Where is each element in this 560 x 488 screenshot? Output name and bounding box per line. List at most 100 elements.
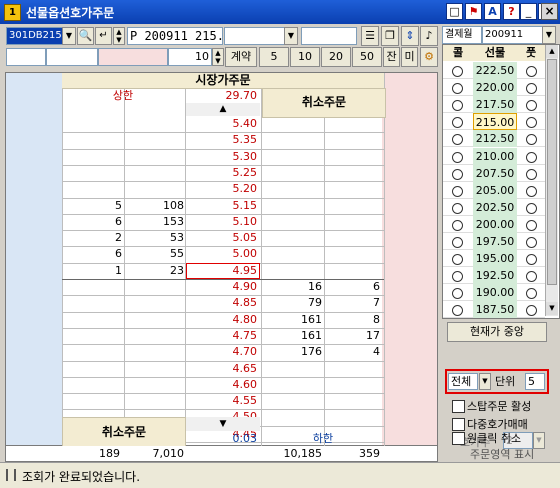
strike-row[interactable]: 195.00 [443,250,545,268]
price-cell[interactable]: 4.55 [186,393,260,409]
help-icon[interactable]: ? [503,3,520,20]
price-cell[interactable]: 5.15 [186,198,260,214]
call-radio[interactable] [452,168,463,180]
strike-row[interactable]: 220.00 [443,79,545,97]
qty-button-10[interactable]: 10 [290,47,320,67]
strike-price[interactable]: 197.50 [473,233,517,251]
bid-order-column[interactable] [382,73,437,445]
put-radio[interactable] [526,117,537,129]
account-field-1[interactable] [6,48,46,66]
call-radio[interactable] [452,117,463,129]
price-cell[interactable]: 4.85 [186,295,260,311]
scope-dropdown-icon[interactable]: ▼ [479,373,491,390]
price-cell[interactable]: 5.35 [186,132,260,148]
call-radio[interactable] [452,185,463,197]
put-radio[interactable] [526,288,537,300]
settings-gear-icon[interactable]: ⚙ [420,47,438,67]
call-radio[interactable] [452,83,463,95]
put-radio[interactable] [526,100,537,112]
account-field-2[interactable] [46,48,98,66]
call-radio[interactable] [452,271,463,283]
call-radio[interactable] [452,100,463,112]
put-radio[interactable] [526,83,537,95]
restore-icon[interactable]: □ [446,3,463,20]
strike-price[interactable]: 202.50 [473,198,517,216]
password-field[interactable] [98,48,168,66]
minimize-icon[interactable]: _ [520,3,537,20]
strike-row[interactable]: 190.00 [443,284,545,302]
strike-price[interactable]: 205.00 [473,181,517,199]
price-cell[interactable]: 5.30 [186,149,260,165]
call-radio[interactable] [452,305,463,317]
call-radio[interactable] [452,151,463,163]
strike-price[interactable]: 212.50 [473,130,517,148]
price-cell[interactable]: 5.00 [186,246,260,262]
price-cell[interactable]: 4.75 [186,328,260,344]
call-radio[interactable] [452,288,463,300]
strike-price[interactable]: 192.50 [473,267,517,285]
name-dropdown-icon[interactable]: ▼ [284,27,298,45]
strike-price[interactable]: 195.00 [473,250,517,268]
sound-icon[interactable]: ♪ [420,26,438,46]
enter-icon[interactable]: ↵ [95,27,112,45]
qty-button-50[interactable]: 50 [352,47,382,67]
strike-row[interactable]: 217.50 [443,96,545,114]
strike-row[interactable]: 205.00 [443,181,545,199]
strike-row[interactable]: 215.00 [443,113,545,131]
scroll-up-arrow-icon[interactable]: ▲ [546,45,558,58]
price-cell[interactable]: 5.10 [186,214,260,230]
current-price-cell[interactable]: 4.95 [186,262,260,279]
ask-order-column[interactable] [6,73,62,445]
put-radio[interactable] [526,237,537,248]
search-icon[interactable]: 🔍 [77,27,94,45]
code-dropdown-icon[interactable]: ▼ [62,27,76,45]
strike-row[interactable]: 197.50 [443,233,545,251]
put-radio[interactable] [526,305,537,317]
scroll-down-arrow-icon[interactable]: ▼ [546,302,558,315]
strike-row[interactable]: 187.50 [443,301,545,319]
call-radio[interactable] [452,134,463,146]
one-click-cancel-checkbox[interactable] [452,432,465,445]
put-radio[interactable] [526,271,537,283]
price-cell[interactable]: 5.05 [186,230,260,246]
strike-price[interactable]: 200.00 [473,215,517,233]
price-cell[interactable]: 5.40 [186,116,260,132]
price-cell[interactable]: 4.70 [186,344,260,360]
cancel-order-button-bottom[interactable]: 취소주문 [62,417,186,449]
price-cell[interactable]: 4.90 [186,279,260,295]
put-radio[interactable] [526,134,537,146]
list-icon[interactable]: ☰ [361,26,379,46]
title-bar[interactable]: 1 선물옵션호가주문 □ ⚑ A ? _ □ [0,0,560,24]
selected-strike[interactable]: 215.00 [473,113,517,131]
copy-icon[interactable]: ❐ [381,26,399,46]
updown-icon[interactable]: ⇕ [401,26,419,46]
balance-button[interactable]: 잔 [383,47,400,67]
price-cell[interactable]: 5.25 [186,165,260,181]
qty-input[interactable]: 10 [168,48,212,66]
strike-row[interactable]: 212.50 [443,130,545,148]
put-radio[interactable] [526,66,537,77]
strike-row[interactable]: 222.50 [443,62,545,80]
code-spinner[interactable]: ▲ ▼ [113,27,125,45]
strike-price[interactable]: 220.00 [473,79,517,97]
put-radio[interactable] [526,168,537,180]
center-current-price-button[interactable]: 현재가 중앙 [447,322,547,342]
price-cell[interactable]: 4.80 [186,312,260,328]
close-icon[interactable]: × [541,3,558,20]
cancel-order-button-top[interactable]: 취소주문 [262,88,386,118]
put-radio[interactable] [526,185,537,197]
strike-row[interactable]: 192.50 [443,267,545,285]
stop-order-checkbox[interactable] [452,400,465,413]
option-list-scrollbar[interactable]: ▲ ▼ [545,45,558,316]
scope-select[interactable]: 전체 [448,373,478,390]
qty-spinner[interactable]: ▲ ▼ [212,48,224,66]
unit-input[interactable]: 5 [525,373,545,390]
call-radio[interactable] [452,254,463,266]
settle-month-select[interactable]: 200911 [482,26,544,44]
call-radio[interactable] [452,202,463,214]
strike-row[interactable]: 202.50 [443,198,545,216]
price-cell[interactable]: 4.65 [186,361,260,377]
put-radio[interactable] [526,254,537,266]
put-radio[interactable] [526,219,537,231]
price-cell[interactable]: 4.60 [186,377,260,393]
